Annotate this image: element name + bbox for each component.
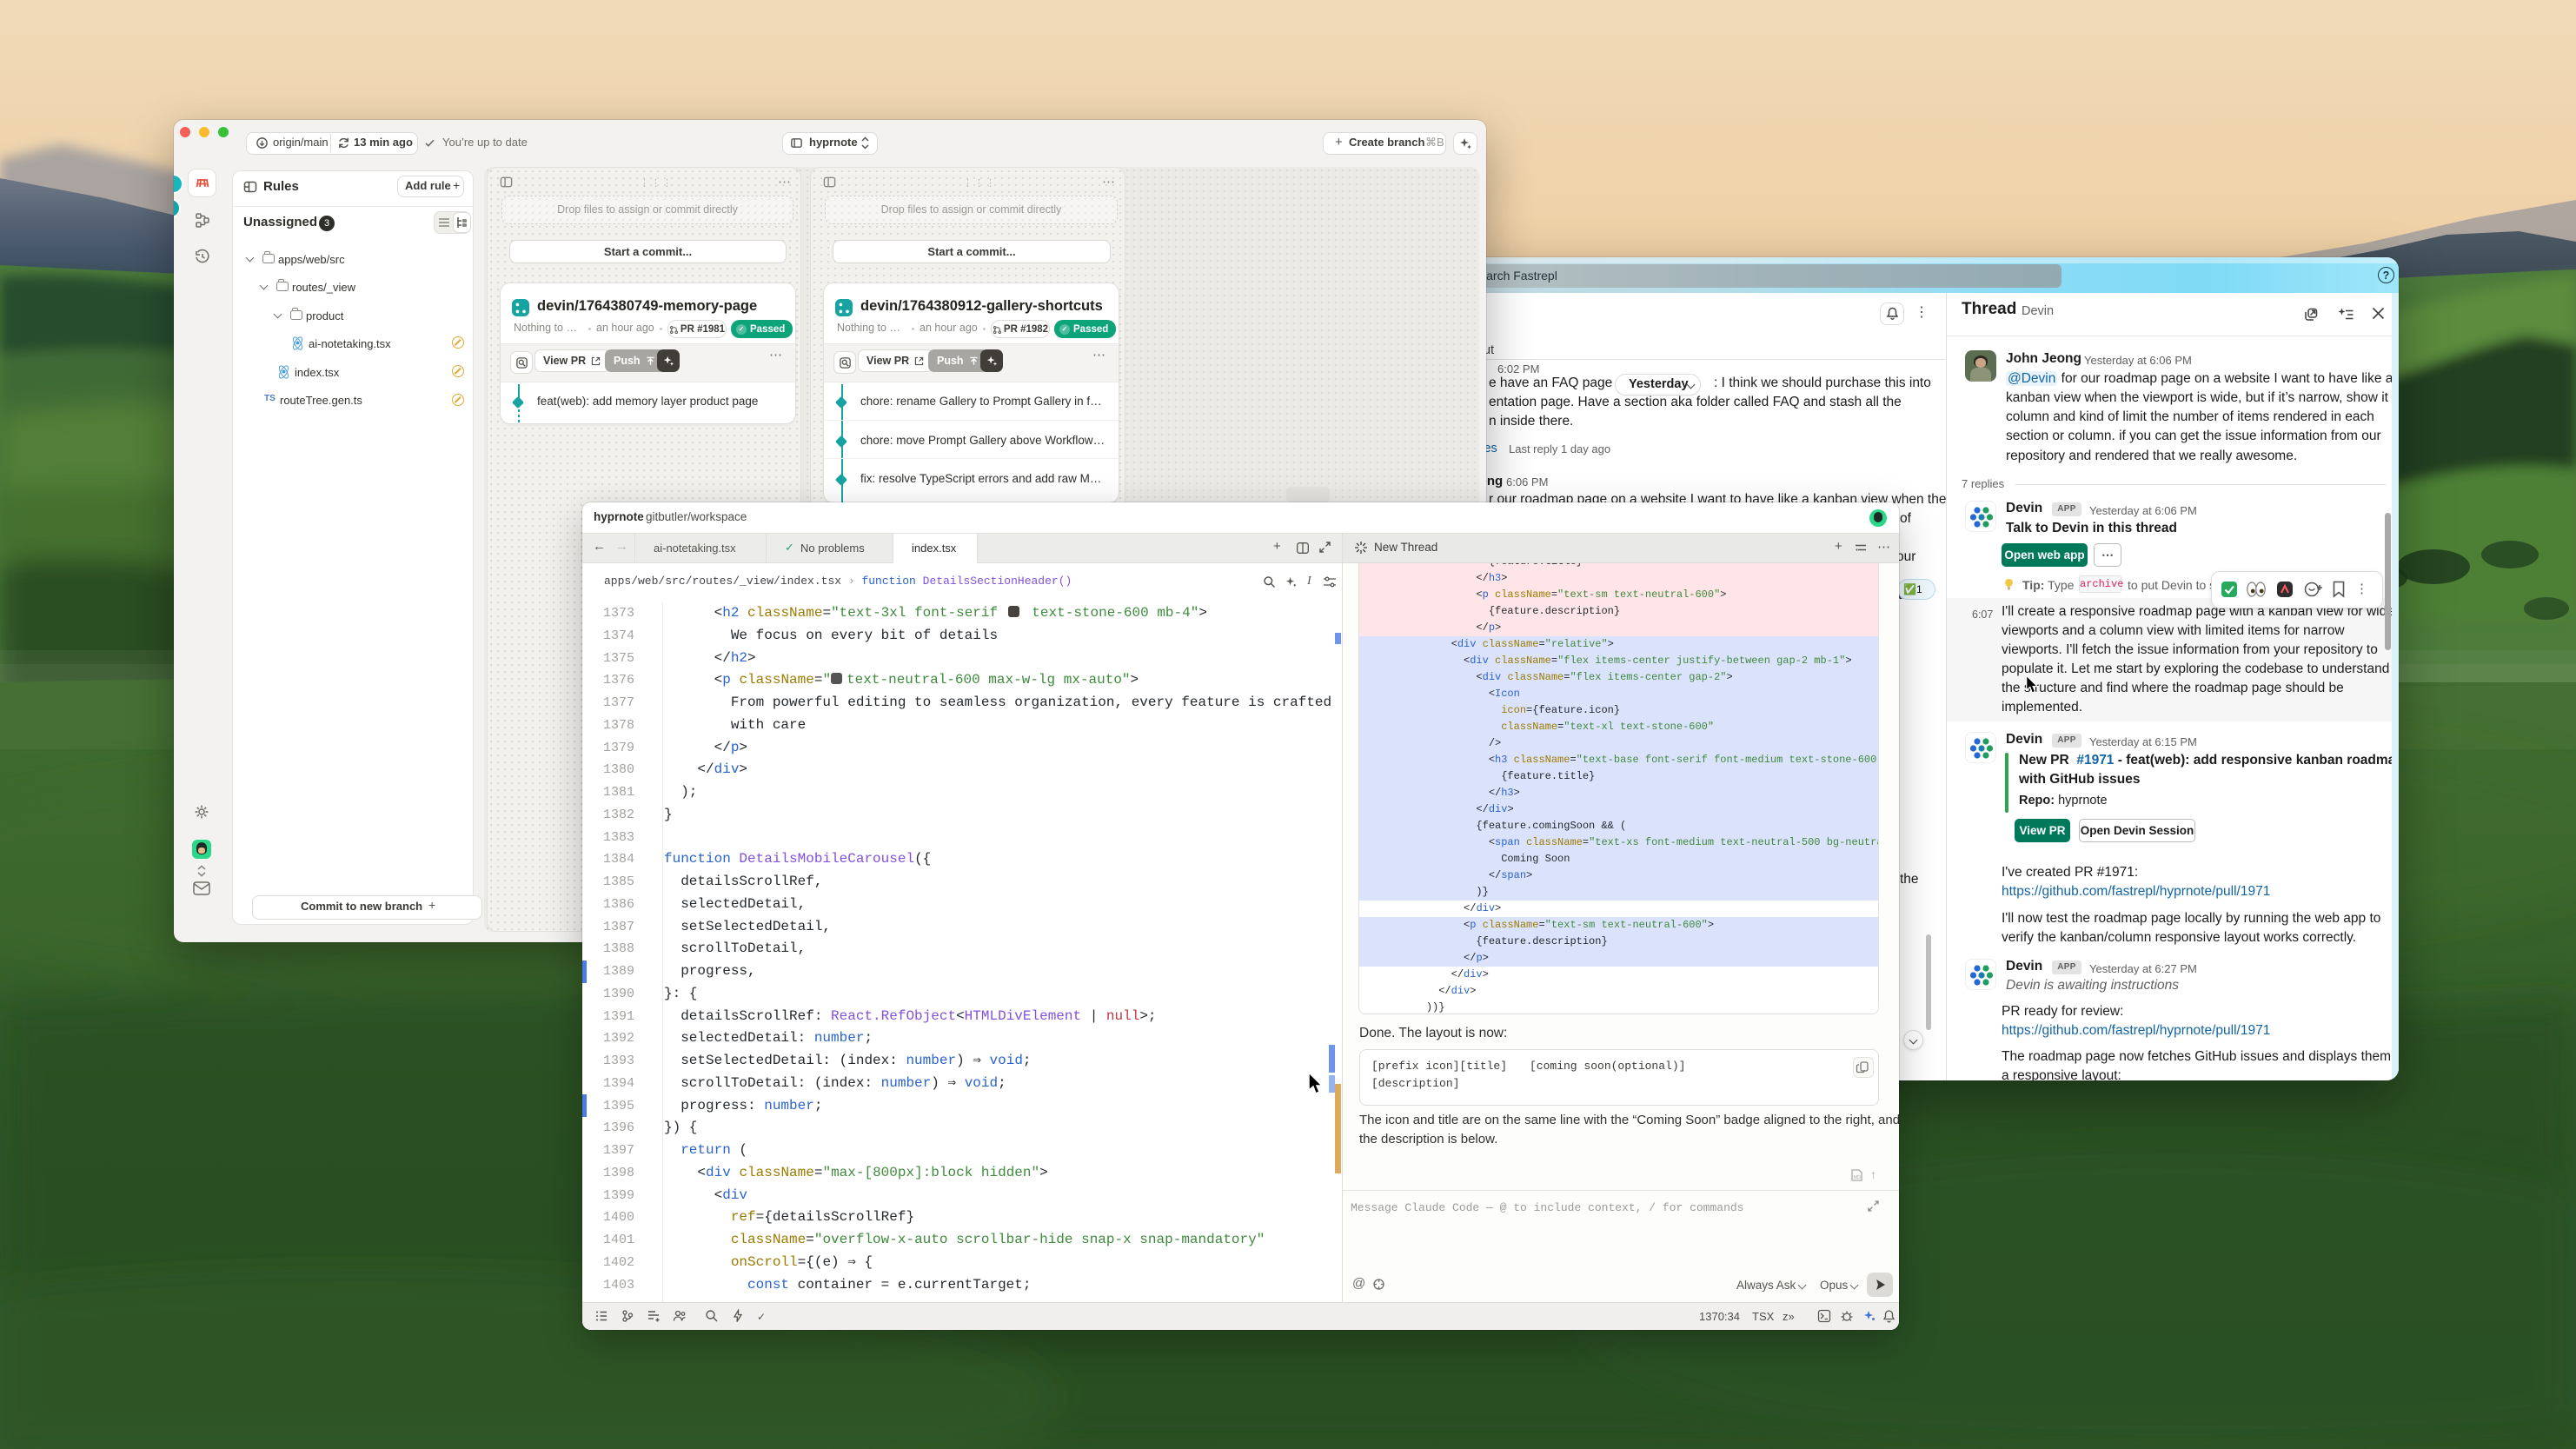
svg-text:MD: MD	[1854, 1175, 1862, 1180]
